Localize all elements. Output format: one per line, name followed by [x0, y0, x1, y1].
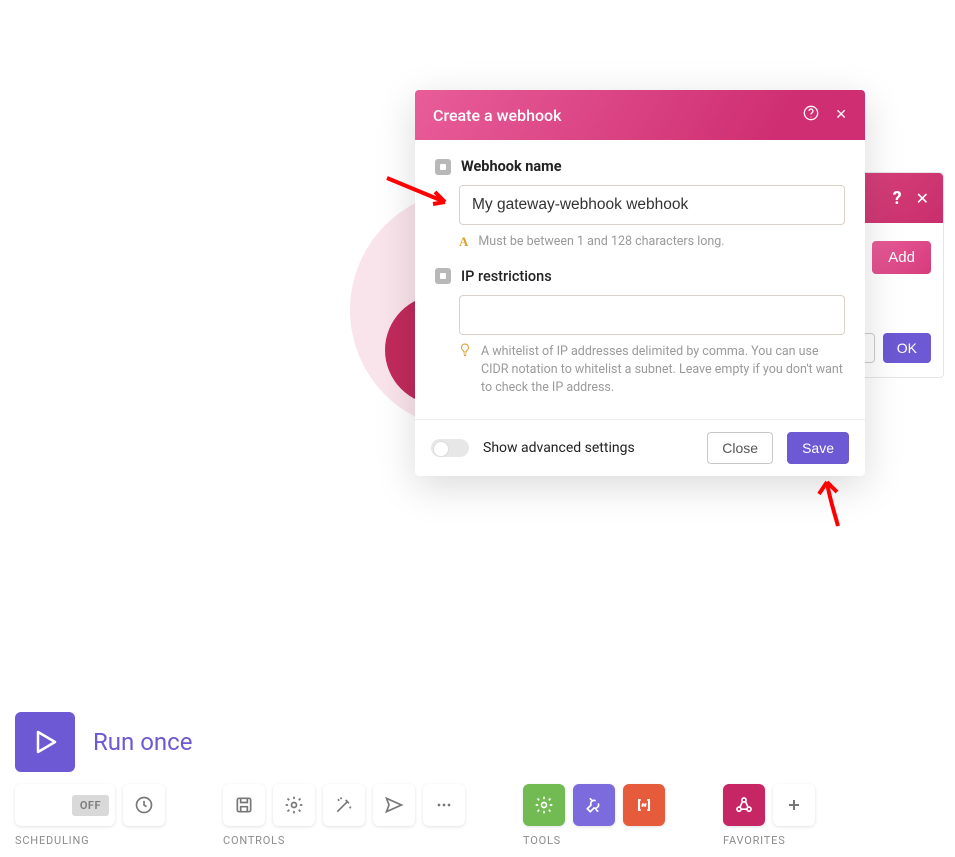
more-control-button[interactable] [423, 784, 465, 826]
scheduling-group: OFF SCHEDULING [15, 784, 165, 847]
parser-tool-button[interactable] [623, 784, 665, 826]
ok-button[interactable]: OK [883, 333, 931, 363]
modal-header: Create a webhook ✕ [415, 90, 865, 140]
ip-restrictions-label: IP restrictions [461, 268, 552, 285]
favorites-group: FAVORITES [723, 784, 815, 847]
lightbulb-icon [459, 343, 471, 363]
tools-tool-button[interactable] [573, 784, 615, 826]
add-favorite-button[interactable] [773, 784, 815, 826]
modal-title: Create a webhook [433, 106, 803, 125]
webhook-name-group: Webhook name A Must be between 1 and 128… [435, 158, 845, 252]
save-control-button[interactable] [223, 784, 265, 826]
tools-label: TOOLS [523, 834, 665, 847]
ip-restrictions-group: IP restrictions A whitelist of IP addres… [435, 268, 845, 397]
text-format-icon: A [459, 233, 468, 252]
close-button[interactable]: Close [707, 432, 773, 464]
magic-control-button[interactable] [323, 784, 365, 826]
create-webhook-modal: Create a webhook ✕ Webhook name A Must b… [415, 90, 865, 476]
scheduling-toggle[interactable]: OFF [15, 784, 115, 826]
webhook-name-label: Webhook name [461, 158, 562, 175]
save-button[interactable]: Save [787, 432, 849, 464]
add-button[interactable]: Add [872, 241, 931, 274]
modal-footer: Show advanced settings Close Save [415, 419, 865, 476]
clock-button[interactable] [123, 784, 165, 826]
tools-group: TOOLS [523, 784, 665, 847]
map-toggle[interactable] [435, 159, 451, 175]
advanced-settings-label: Show advanced settings [483, 440, 693, 456]
ip-restrictions-hint: A whitelist of IP addresses delimited by… [481, 343, 845, 397]
run-once-label: Run once [93, 728, 192, 756]
advanced-settings-toggle[interactable] [431, 439, 469, 457]
settings-control-button[interactable] [273, 784, 315, 826]
schedule-off-badge: OFF [72, 795, 109, 816]
gear-tool-button[interactable] [523, 784, 565, 826]
controls-label: CONTROLS [223, 834, 465, 847]
webhook-favorite-button[interactable] [723, 784, 765, 826]
arrow-annotation-icon [813, 478, 845, 530]
close-icon[interactable]: ✕ [916, 189, 929, 208]
favorites-label: FAVORITES [723, 834, 815, 847]
webhook-name-hint: Must be between 1 and 128 characters lon… [478, 233, 724, 251]
close-icon[interactable]: ✕ [835, 107, 847, 123]
plane-control-button[interactable] [373, 784, 415, 826]
scheduling-label: SCHEDULING [15, 834, 165, 847]
controls-group: CONTROLS [223, 784, 465, 847]
ip-restrictions-input[interactable] [459, 295, 845, 335]
map-toggle[interactable] [435, 268, 451, 284]
webhook-name-input[interactable] [459, 185, 845, 225]
help-icon[interactable]: ? [893, 188, 902, 209]
run-once-button[interactable] [15, 712, 75, 772]
help-icon[interactable] [803, 105, 819, 126]
footer-toolbar: Run once OFF SCHEDULING [15, 712, 955, 847]
